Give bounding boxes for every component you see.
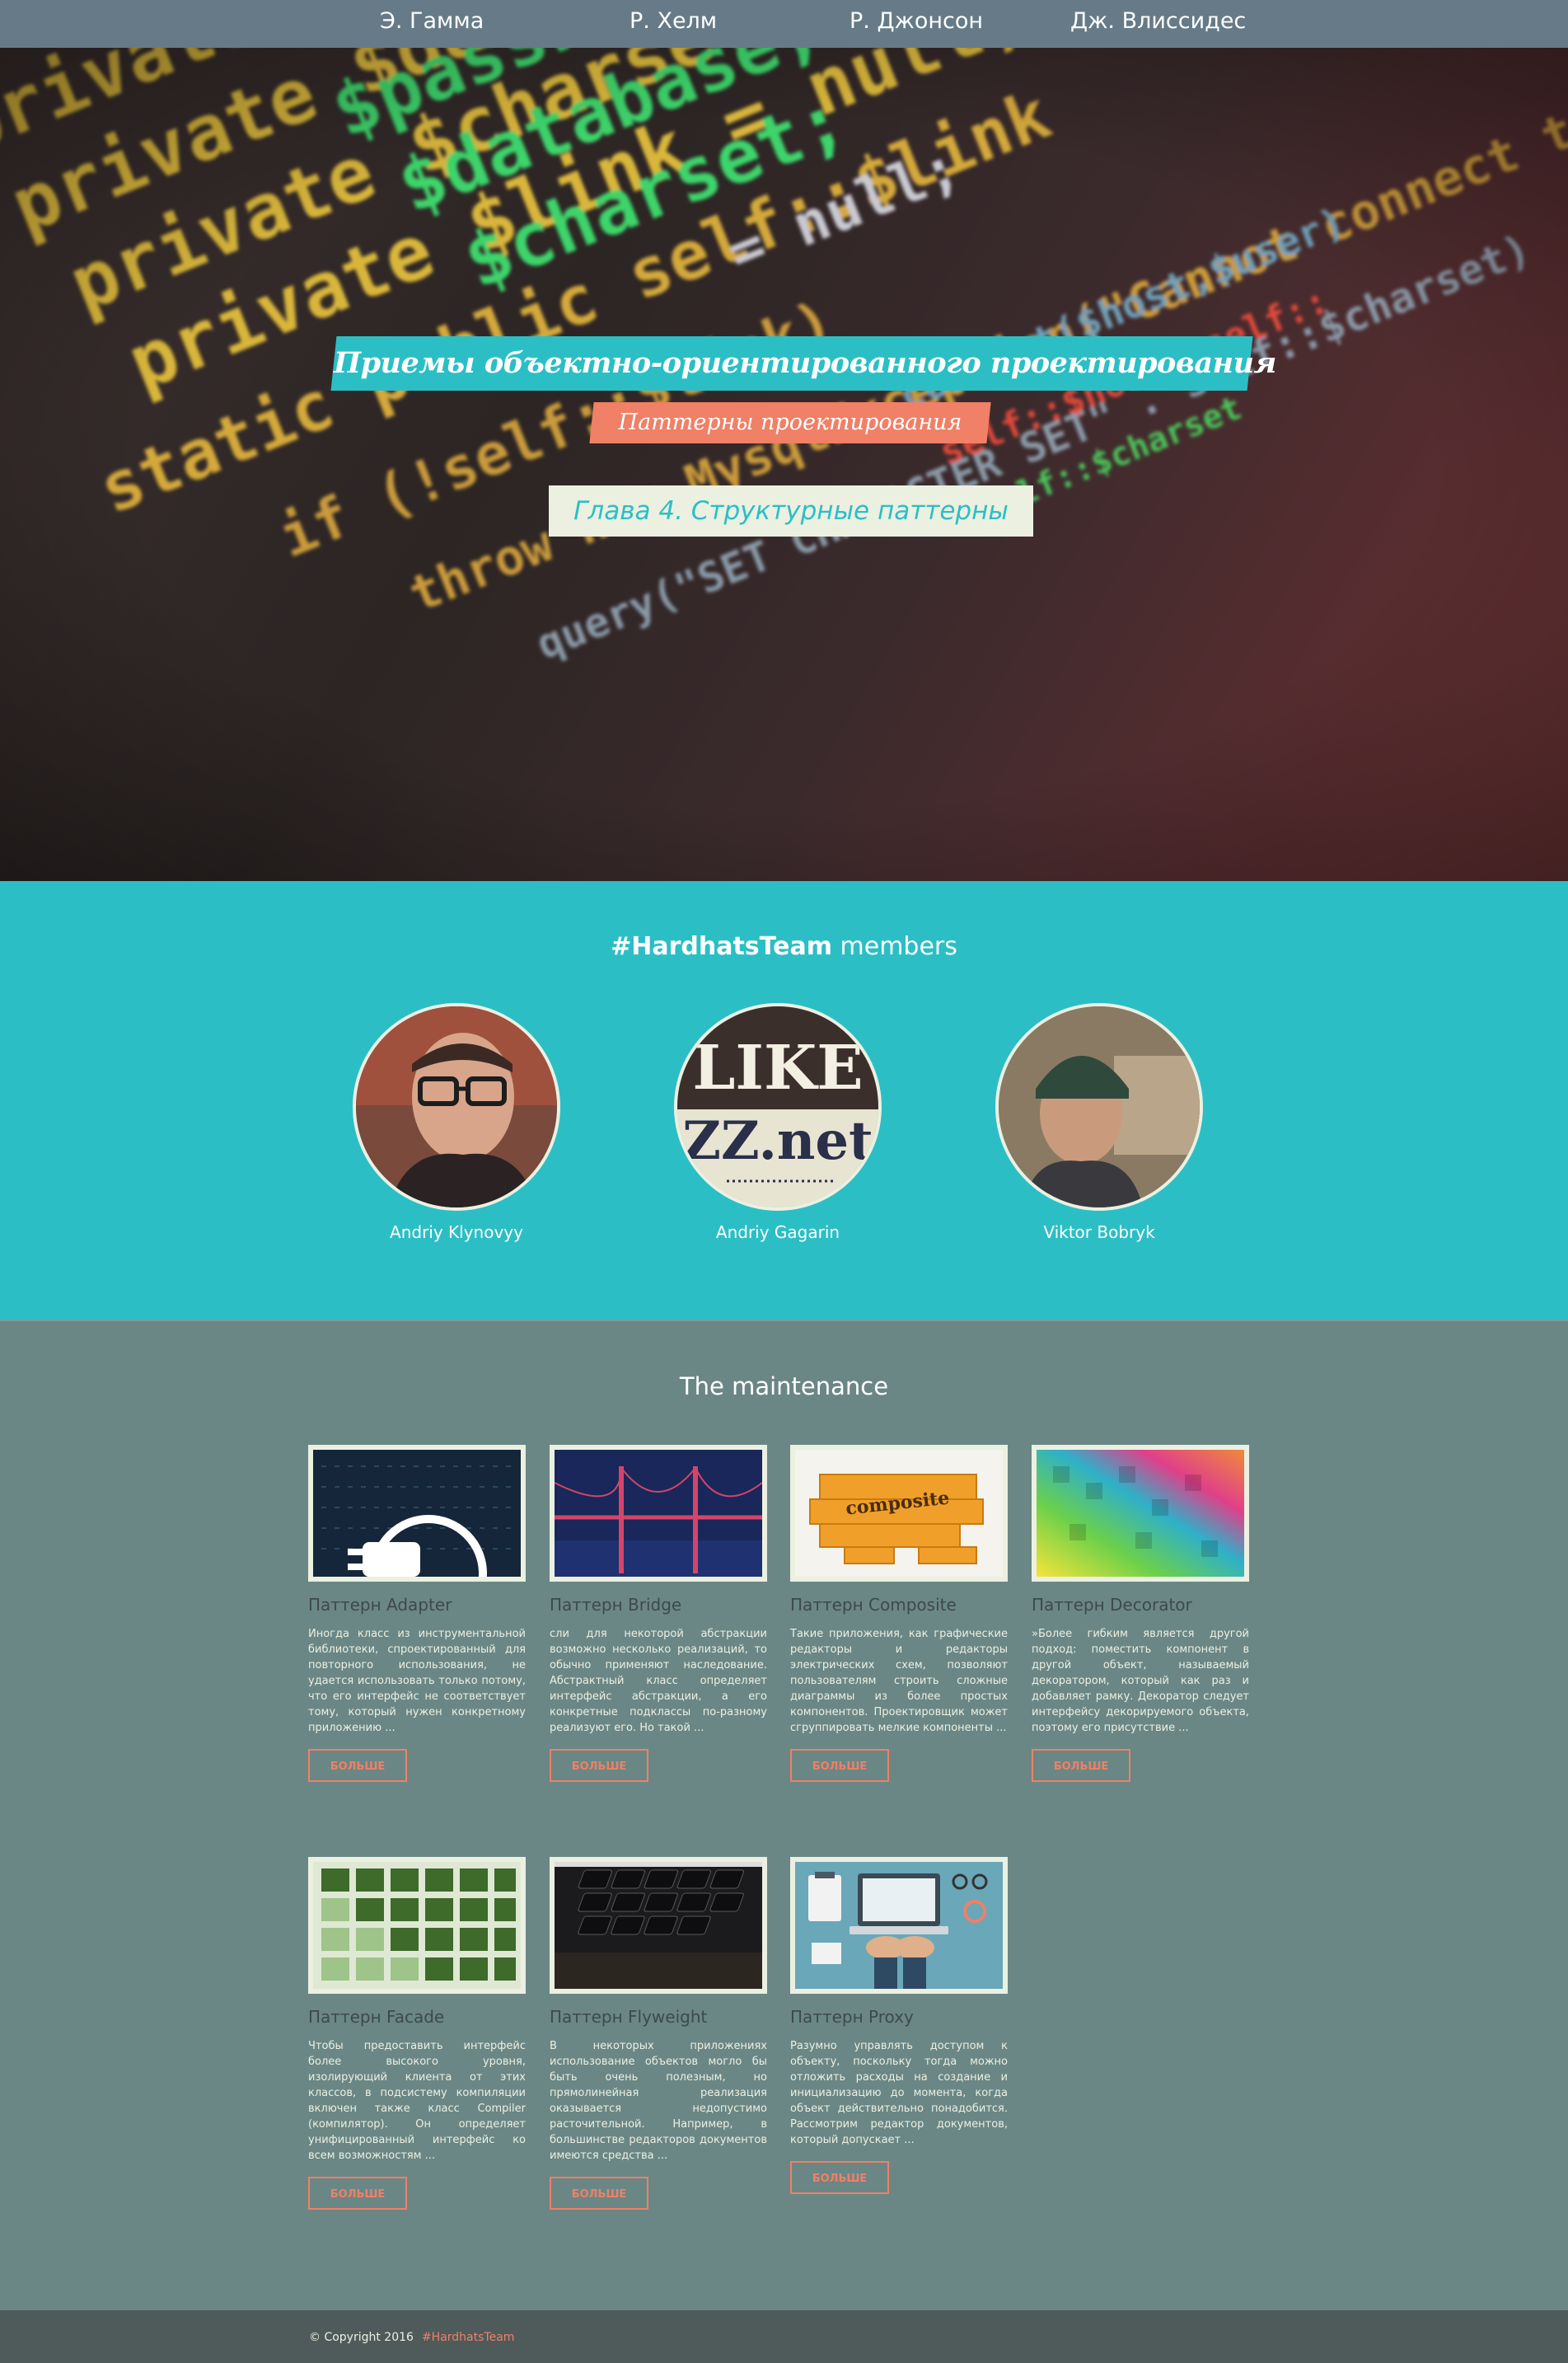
flyweight-thumbnail[interactable] (550, 1857, 767, 1994)
footer: © Copyright 2016 #HardhatsTeam (0, 2310, 1568, 2363)
card-description: В некоторых приложениях использование об… (550, 2040, 767, 2162)
pattern-card-flyweight: Паттерн Flyweight В некоторых приложения… (550, 1857, 767, 2210)
card-description: сли для некоторой абстракции возможно не… (550, 1628, 767, 1734)
more-button[interactable]: БОЛЬШЕ (1032, 1749, 1130, 1782)
team-title: #HardhatsTeam members (0, 932, 1568, 961)
maintenance-section: The maintenance Паттерн Adapter Иногда к… (0, 1320, 1568, 2312)
copyright: © Copyright 2016 #HardhatsTeam (309, 2331, 514, 2344)
member-name: Andriy Gagarin (715, 1222, 840, 1242)
nav-item-helm[interactable]: Р. Хелм (630, 8, 717, 34)
adapter-thumbnail[interactable] (308, 1445, 526, 1582)
more-button[interactable]: БОЛЬШЕ (550, 1749, 648, 1782)
decorator-thumbnail[interactable] (1032, 1445, 1249, 1582)
avatar-logo: LIKE ZZ.net (677, 1006, 878, 1207)
member-name: Viktor Bobryk (1043, 1222, 1155, 1242)
more-button[interactable]: БОЛЬШЕ (790, 2161, 889, 2194)
nav-item-johnson[interactable]: Р. Джонсон (850, 8, 983, 34)
code-background-image: private $password; private $database; pr… (0, 48, 1568, 881)
team-section: #HardhatsTeam members Andriy Klynovyy LI… (0, 881, 1568, 1320)
pattern-card-adapter: Паттерн Adapter Иногда класс из инструме… (308, 1445, 526, 1782)
more-button[interactable]: БОЛЬШЕ (550, 2177, 648, 2210)
avatar-photo (356, 1006, 557, 1207)
pattern-card-facade: Паттерн Facade Чтобы предоставить интерф… (308, 1857, 526, 2210)
logo-text-zz: ZZ.net (682, 1110, 873, 1172)
pattern-card-bridge: Паттерн Bridge сли для некоторой абстрак… (550, 1445, 767, 1782)
copyright-text: © Copyright 2016 (309, 2331, 414, 2344)
chapter-label: Глава 4. Структурные паттерны (549, 485, 1033, 537)
nav-item-vlissides[interactable]: Дж. Влиссидес (1070, 8, 1246, 34)
hero-banner: private $password; private $database; pr… (0, 48, 1568, 881)
pattern-card-decorator: Паттерн Decorator »Более гибким является… (1032, 1445, 1249, 1782)
pattern-card-proxy: Паттерн Proxy Разумно управлять доступом… (790, 1857, 1008, 2194)
more-button[interactable]: БОЛЬШЕ (790, 1749, 889, 1782)
member-name: Andriy Klynovyy (390, 1222, 523, 1242)
card-description: Такие приложения, как графические редакт… (790, 1628, 1008, 1734)
more-button[interactable]: БОЛЬШЕ (308, 1749, 407, 1782)
more-button[interactable]: БОЛЬШЕ (308, 2177, 407, 2210)
card-title[interactable]: Паттерн Proxy (790, 2007, 1008, 2027)
team-title-rest: members (831, 932, 957, 961)
card-description: »Более гибким является другой подход: по… (1032, 1628, 1249, 1734)
member-card[interactable]: Viktor Bobryk (992, 1003, 1206, 1242)
page-subtitle: Паттерны проектирования (618, 410, 962, 435)
top-nav: Э. Гамма Р. Хелм Р. Джонсон Дж. Влиссиде… (0, 0, 1568, 48)
team-hashtag: #HardhatsTeam (611, 932, 832, 961)
bridge-thumbnail[interactable] (550, 1445, 767, 1582)
avatar-photo (999, 1006, 1200, 1207)
logo-text-like: LIKE (692, 1033, 863, 1104)
proxy-thumbnail[interactable] (790, 1857, 1008, 1994)
pattern-card-composite: composite Паттерн Composite Такие прилож… (790, 1445, 1008, 1782)
card-title[interactable]: Паттерн Adapter (308, 1595, 526, 1615)
card-description: Иногда класс из инструментальной библиот… (308, 1628, 526, 1734)
maintenance-title: The maintenance (679, 1372, 889, 1400)
card-title[interactable]: Паттерн Composite (790, 1595, 1008, 1615)
composite-thumbnail[interactable]: composite (790, 1445, 1008, 1582)
card-description: Чтобы предоставить интерфейс более высок… (308, 2040, 526, 2162)
page-title: Приемы объектно-ориентированного проекти… (334, 346, 1276, 380)
card-title[interactable]: Паттерн Facade (308, 2007, 526, 2027)
avatar[interactable] (353, 1003, 560, 1211)
member-card[interactable]: LIKE ZZ.net Andriy Gagarin (671, 1003, 885, 1242)
avatar[interactable]: LIKE ZZ.net (674, 1003, 882, 1211)
nav-item-gamma[interactable]: Э. Гамма (380, 8, 484, 34)
card-title[interactable]: Паттерн Decorator (1032, 1595, 1249, 1615)
card-title[interactable]: Паттерн Flyweight (550, 2007, 767, 2027)
card-description: Разумно управлять доступом к объекту, по… (790, 2040, 1008, 2146)
card-title[interactable]: Паттерн Bridge (550, 1595, 767, 1615)
facade-thumbnail[interactable] (308, 1857, 526, 1994)
footer-hashtag-link[interactable]: #HardhatsTeam (422, 2331, 514, 2344)
member-card[interactable]: Andriy Klynovyy (349, 1003, 564, 1242)
avatar[interactable] (995, 1003, 1203, 1211)
